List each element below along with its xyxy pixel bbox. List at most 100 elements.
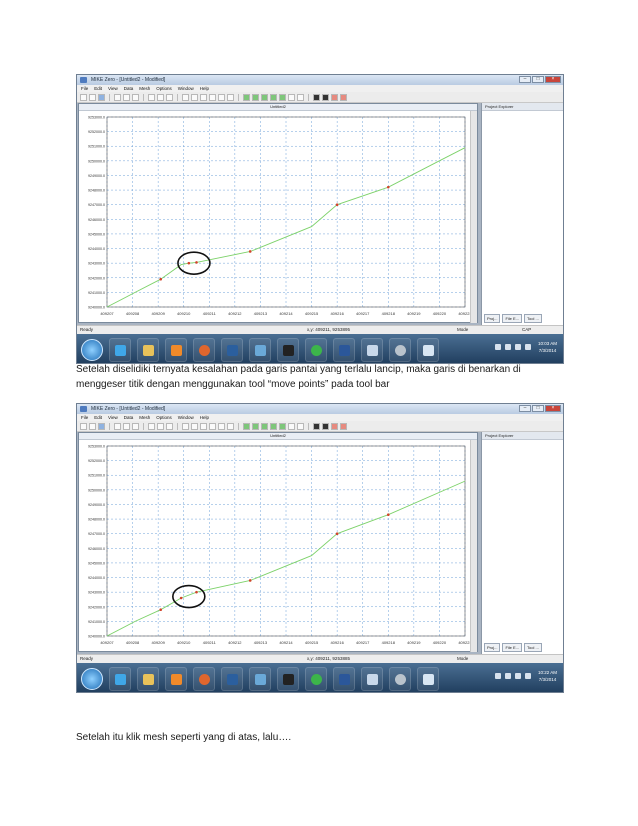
network-icon[interactable] <box>514 673 521 679</box>
menu-help[interactable]: Help <box>200 414 209 421</box>
select-icon[interactable] <box>288 93 295 101</box>
taskbar-firefox[interactable] <box>193 338 215 362</box>
menu-help[interactable]: Help <box>200 85 209 92</box>
clock[interactable]: 10:22 AM 7/3/2014 <box>538 669 557 683</box>
taskbar-settings[interactable] <box>389 667 411 691</box>
taskbar-media-player[interactable] <box>165 667 187 691</box>
print-icon[interactable] <box>148 93 155 101</box>
help-icon[interactable] <box>166 93 173 101</box>
menu-data[interactable]: Data <box>124 85 134 92</box>
volume-icon[interactable] <box>524 344 531 350</box>
zoom-in-icon[interactable] <box>182 93 189 101</box>
add-point-icon[interactable] <box>243 422 250 430</box>
taskbar-mike-zero[interactable] <box>221 667 243 691</box>
refine-icon[interactable] <box>322 93 329 101</box>
smooth-icon[interactable] <box>331 93 338 101</box>
tab-project[interactable]: Proj... <box>484 314 501 323</box>
taskbar-terminal[interactable] <box>277 338 299 362</box>
menu-mesh[interactable]: Mesh <box>139 85 150 92</box>
taskbar-messenger[interactable] <box>305 338 327 362</box>
connect-points-icon[interactable] <box>261 422 268 430</box>
taskbar-ie[interactable] <box>109 667 131 691</box>
copy-icon[interactable] <box>123 422 130 430</box>
tab-file-explorer[interactable]: File E... <box>502 314 523 323</box>
maximize-button[interactable]: □ <box>532 405 544 412</box>
tab-project[interactable]: Proj... <box>484 643 501 652</box>
vertical-scrollbar[interactable] <box>470 440 477 652</box>
triangulate-icon[interactable] <box>313 422 320 430</box>
connect-points-icon[interactable] <box>261 93 268 101</box>
tab-file-explorer[interactable]: File E... <box>502 643 523 652</box>
check-icon[interactable] <box>279 93 286 101</box>
edit-arc-icon[interactable] <box>270 422 277 430</box>
taskbar-monitor[interactable] <box>417 338 439 362</box>
minimize-button[interactable]: – <box>519 405 531 412</box>
paste-icon[interactable] <box>132 422 139 430</box>
zoom-previous-icon[interactable] <box>218 93 225 101</box>
copy-icon[interactable] <box>123 93 130 101</box>
menu-mesh[interactable]: Mesh <box>139 414 150 421</box>
network-icon[interactable] <box>514 344 521 350</box>
menu-file[interactable]: File <box>81 414 88 421</box>
taskbar-settings[interactable] <box>389 338 411 362</box>
check-icon[interactable] <box>279 422 286 430</box>
zoom-previous-icon[interactable] <box>218 422 225 430</box>
close-button[interactable]: × <box>545 405 561 412</box>
paste-icon[interactable] <box>132 93 139 101</box>
taskbar-paint[interactable] <box>361 338 383 362</box>
vertical-scrollbar[interactable] <box>470 111 477 323</box>
start-button[interactable] <box>81 668 103 690</box>
taskbar-word[interactable] <box>333 338 355 362</box>
grid-icon[interactable] <box>227 422 234 430</box>
properties-icon[interactable] <box>157 93 164 101</box>
tab-toolbox[interactable]: Tool ... <box>524 314 542 323</box>
cut-icon[interactable] <box>114 93 121 101</box>
select-icon[interactable] <box>288 422 295 430</box>
menu-options[interactable]: Options <box>156 85 172 92</box>
refine-icon[interactable] <box>322 422 329 430</box>
new-icon[interactable] <box>80 93 87 101</box>
grid-icon[interactable] <box>227 93 234 101</box>
help-icon[interactable] <box>166 422 173 430</box>
taskbar-messenger[interactable] <box>305 667 327 691</box>
taskbar-app[interactable] <box>249 338 271 362</box>
properties-icon[interactable] <box>157 422 164 430</box>
add-point-icon[interactable] <box>243 93 250 101</box>
minimize-button[interactable]: – <box>519 76 531 83</box>
new-icon[interactable] <box>80 422 87 430</box>
tray-up-icon[interactable] <box>494 673 501 679</box>
volume-icon[interactable] <box>524 673 531 679</box>
tab-toolbox[interactable]: Tool ... <box>524 643 542 652</box>
print-icon[interactable] <box>148 422 155 430</box>
flag-icon[interactable] <box>504 344 511 350</box>
menu-data[interactable]: Data <box>124 414 134 421</box>
pan-icon[interactable] <box>200 422 207 430</box>
cut-icon[interactable] <box>114 422 121 430</box>
close-button[interactable]: × <box>545 76 561 83</box>
taskbar-word[interactable] <box>333 667 355 691</box>
move-points-icon[interactable] <box>252 93 259 101</box>
tray-up-icon[interactable] <box>494 344 501 350</box>
mesh-plot[interactable]: 409207 409208 409209 409210 409211 409212 4092… <box>79 111 471 323</box>
menu-view[interactable]: View <box>108 85 118 92</box>
analyze-icon[interactable] <box>340 93 347 101</box>
mesh-plot[interactable]: 409207 409208 409209 409210 409211 409212 4092… <box>79 440 471 652</box>
taskbar-explorer[interactable] <box>137 667 159 691</box>
menu-view[interactable]: View <box>108 414 118 421</box>
polygon-icon[interactable] <box>297 422 304 430</box>
zoom-in-icon[interactable] <box>182 422 189 430</box>
zoom-extent-icon[interactable] <box>209 422 216 430</box>
move-points-icon[interactable] <box>252 422 259 430</box>
taskbar-monitor[interactable] <box>417 667 439 691</box>
taskbar-ie[interactable] <box>109 338 131 362</box>
menu-edit[interactable]: Edit <box>94 414 102 421</box>
maximize-button[interactable]: □ <box>532 76 544 83</box>
smooth-icon[interactable] <box>331 422 338 430</box>
analyze-icon[interactable] <box>340 422 347 430</box>
menu-window[interactable]: Window <box>178 85 194 92</box>
flag-icon[interactable] <box>504 673 511 679</box>
zoom-out-icon[interactable] <box>191 422 198 430</box>
open-icon[interactable] <box>89 422 96 430</box>
taskbar-explorer[interactable] <box>137 338 159 362</box>
zoom-extent-icon[interactable] <box>209 93 216 101</box>
